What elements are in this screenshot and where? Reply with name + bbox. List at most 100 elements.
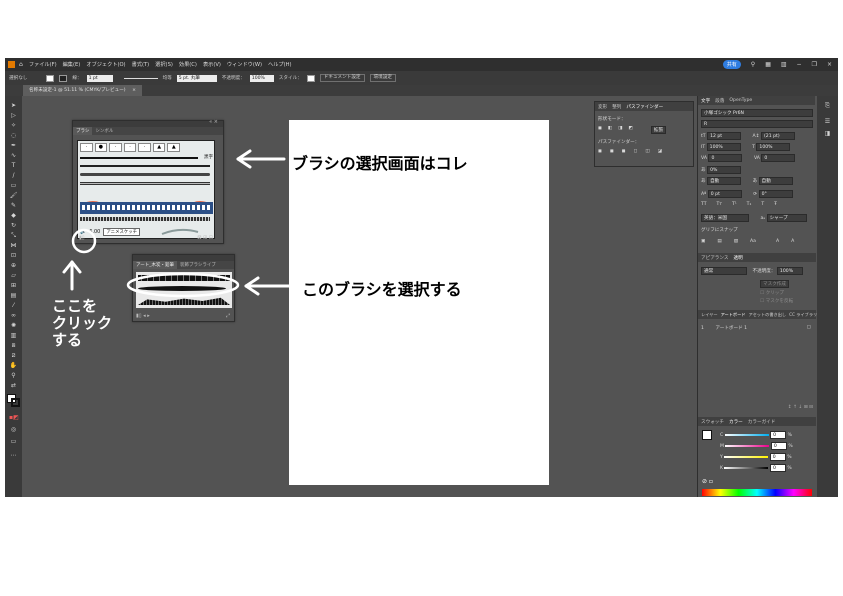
- minimize-icon[interactable]: −: [797, 61, 802, 68]
- menu-select[interactable]: 選択(S): [155, 61, 173, 68]
- curvature-tool-icon[interactable]: ∿: [9, 152, 18, 160]
- artboard-footer-icons[interactable]: ↕ ↑ ↓ ⊞ ⊟: [788, 405, 813, 410]
- fill-swatch[interactable]: [46, 74, 55, 82]
- zoom-tool-icon[interactable]: ⚲: [9, 372, 18, 380]
- font-style-select[interactable]: R: [701, 120, 813, 128]
- brush-row[interactable]: [80, 182, 213, 188]
- baseline-shift-input[interactable]: 0 pt: [707, 190, 742, 198]
- rectangle-tool-icon[interactable]: ▭: [9, 182, 18, 190]
- artboard-list-item[interactable]: 1 アートボード 1 ▢: [701, 325, 813, 331]
- document-setup-button[interactable]: ドキュメント設定: [319, 74, 365, 82]
- subscript-icon[interactable]: T₁: [747, 202, 752, 207]
- graphic-style-swatch[interactable]: [306, 74, 315, 82]
- language-select[interactable]: 英語：米国: [701, 214, 749, 222]
- brush-row[interactable]: [80, 165, 213, 169]
- brush-row-selected[interactable]: [80, 202, 213, 214]
- shaper-tool-icon[interactable]: ✎: [9, 202, 18, 210]
- pen-tool-icon[interactable]: ✒: [9, 142, 18, 150]
- share-button[interactable]: 共有: [722, 60, 741, 69]
- tab-align[interactable]: 整列: [612, 104, 621, 110]
- arrange-documents-icon[interactable]: ▦: [765, 61, 771, 68]
- brush-row[interactable]: [80, 173, 213, 178]
- search-icon[interactable]: ⚲: [751, 61, 755, 68]
- menu-type[interactable]: 書式(T): [132, 61, 150, 68]
- underline-icon[interactable]: T: [761, 202, 764, 207]
- minus-back-icon[interactable]: ◪: [658, 149, 662, 154]
- snap-anchor-icon[interactable]: A: [791, 239, 794, 244]
- brush-library-menu-icon[interactable]: ▮▯: [79, 235, 85, 241]
- rotate-tool-icon[interactable]: ↻: [9, 222, 18, 230]
- font-family-select[interactable]: 小塚ゴシック Pr6N: [701, 109, 813, 117]
- document-tab[interactable]: 名称未設定-1 @ 51.11 % (CMYK/プレビュー) ×: [23, 85, 142, 96]
- aki-right-select[interactable]: 自動: [758, 177, 793, 185]
- tab-layers[interactable]: レイヤー: [701, 312, 718, 317]
- leading-input[interactable]: (21 pt): [761, 132, 796, 140]
- delete-brush-icon[interactable]: ⊠ ⊞ ⊟: [197, 235, 213, 241]
- none-white-swatches[interactable]: ⊘ ▫: [702, 478, 713, 485]
- rotation-input[interactable]: 0°: [758, 190, 793, 198]
- strikethrough-icon[interactable]: Ŧ: [774, 202, 777, 207]
- all-caps-icon[interactable]: TT: [701, 202, 707, 207]
- vertical-scale-input[interactable]: 100%: [706, 143, 741, 151]
- tab-asset-export[interactable]: アセットの書き出し: [749, 312, 787, 317]
- tab-pathfinder[interactable]: パスファインダー: [626, 104, 663, 110]
- close-icon[interactable]: ×: [827, 61, 832, 68]
- blend-tool-icon[interactable]: ∞: [9, 312, 18, 320]
- mesh-tool-icon[interactable]: ⊞: [9, 282, 18, 290]
- screen-mode-icon[interactable]: ▭: [9, 438, 18, 446]
- artboard-tool-icon[interactable]: ⧈: [9, 342, 18, 350]
- direct-selection-tool-icon[interactable]: ▷: [9, 112, 18, 120]
- opacity-input[interactable]: 100%: [776, 267, 803, 275]
- channel-slider[interactable]: [724, 433, 769, 436]
- clip-checkbox-row[interactable]: ☐ クリップ: [760, 290, 784, 296]
- intersect-icon[interactable]: ◨: [618, 126, 622, 134]
- brush-thumb[interactable]: ·: [80, 143, 93, 152]
- tab-color-guide[interactable]: カラーガイド: [748, 419, 776, 425]
- art-brush-row-selected[interactable]: [138, 275, 230, 281]
- brush-row-red[interactable]: [80, 192, 213, 206]
- color-fill-stroke-indicator[interactable]: [702, 430, 712, 440]
- gradient-tool-icon[interactable]: ▤: [9, 292, 18, 300]
- shape-builder-tool-icon[interactable]: ⊕: [9, 262, 18, 270]
- brush-thumb[interactable]: ·: [123, 143, 137, 152]
- tab-color[interactable]: カラー: [729, 419, 743, 425]
- eyedropper-tool-icon[interactable]: ⁄: [9, 302, 18, 310]
- channel-input[interactable]: 0: [769, 464, 786, 472]
- snap-angular-icon[interactable]: A: [776, 239, 779, 244]
- exclude-icon[interactable]: ◩: [629, 126, 633, 134]
- channel-input[interactable]: 0: [770, 442, 787, 450]
- snap-glyph-bounds-icon[interactable]: ▧: [734, 239, 738, 244]
- channel-slider[interactable]: [724, 455, 769, 458]
- divide-icon[interactable]: ◼: [598, 149, 602, 154]
- tab-opentype[interactable]: OpenType: [729, 98, 752, 103]
- brush-thumb[interactable]: ·: [109, 143, 122, 152]
- artboard[interactable]: [289, 120, 549, 485]
- line-tool-icon[interactable]: /: [9, 172, 18, 180]
- tab-cc-libraries[interactable]: CC ライブラリ: [789, 312, 817, 317]
- tab-swatches[interactable]: スウォッチ: [701, 419, 724, 425]
- brush-thumb[interactable]: ·: [138, 143, 151, 152]
- menu-view[interactable]: 表示(V): [203, 61, 221, 68]
- small-caps-icon[interactable]: Tт: [717, 202, 722, 207]
- library-nav-icon[interactable]: ▮▯ ◂ ▸: [136, 313, 150, 319]
- minus-front-icon[interactable]: ◧: [608, 126, 612, 134]
- color-mode-icon[interactable]: ▪◩: [9, 414, 19, 422]
- tab-charcoal-pencil[interactable]: アート_木炭・鉛筆: [133, 261, 177, 269]
- snap-x-height-icon[interactable]: ▤: [717, 239, 721, 244]
- tab-artboards[interactable]: アートボード: [721, 312, 746, 317]
- tab-symbols[interactable]: シンボル: [92, 127, 116, 135]
- preferences-button[interactable]: 環境設定: [369, 74, 396, 82]
- tsume-input[interactable]: 0%: [707, 166, 742, 174]
- brush-thumb[interactable]: ▲: [167, 143, 181, 152]
- layers-icon[interactable]: ◨: [823, 130, 832, 138]
- trim-icon[interactable]: ◼: [610, 149, 614, 154]
- workspace-switcher-icon[interactable]: ▥: [781, 61, 787, 68]
- opacity-input[interactable]: 100%: [249, 74, 274, 82]
- document-tab-close-icon[interactable]: ×: [132, 88, 136, 93]
- brush-definition-select[interactable]: 5 pt. 丸筆: [176, 74, 217, 82]
- swap-colors-icon[interactable]: ⇄: [9, 382, 18, 390]
- magic-wand-tool-icon[interactable]: ✧: [9, 122, 18, 130]
- menu-edit[interactable]: 編集(E): [63, 61, 81, 68]
- tab-decorative[interactable]: 装飾ブラシライブ: [177, 261, 219, 269]
- tracking-input[interactable]: 0: [761, 154, 796, 162]
